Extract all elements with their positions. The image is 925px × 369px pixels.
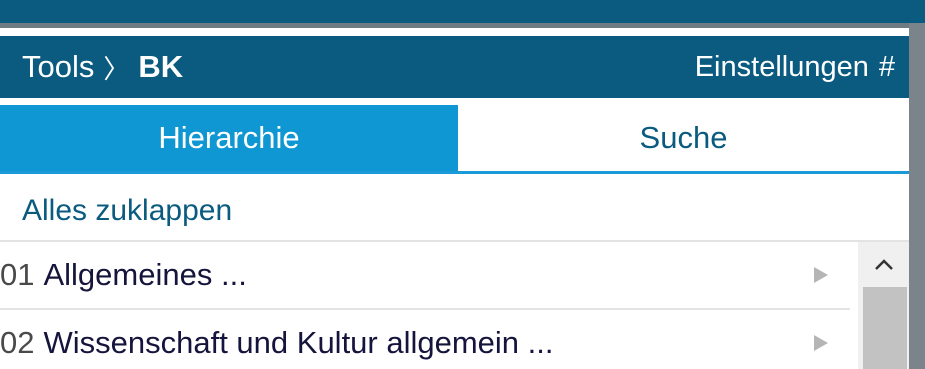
scrollbar-thumb[interactable] [863,287,907,369]
triangle-right-icon[interactable] [814,310,828,369]
hash-icon: # [878,50,895,83]
item-title: Allgemeines ... [43,257,247,292]
tab-bar: Hierarchie Suche [0,105,909,174]
list-item[interactable]: 01 Allgemeines ... [0,242,850,310]
tools-panel: Tools 〉 BK Einstellungen # Hierarchie Su… [0,28,909,369]
window-frame-right [909,23,925,369]
settings-link[interactable]: Einstellungen # [695,36,895,98]
breadcrumb-current: BK [138,49,184,84]
tab-hierarchy[interactable]: Hierarchie [0,105,458,171]
triangle-right-icon[interactable] [814,242,828,308]
breadcrumb: Tools 〉 BK [22,36,183,98]
item-code: 02 [0,325,35,360]
item-title: Wissenschaft und Kultur allgemein ... [43,325,554,360]
vertical-scrollbar[interactable] [858,242,909,369]
breadcrumb-separator: 〉 [103,53,130,84]
hierarchy-list: 01 Allgemeines ... 02 Wissenschaft und K… [0,242,850,369]
tab-search[interactable]: Suche [458,105,909,171]
panel-header: Tools 〉 BK Einstellungen # [0,36,909,98]
collapse-all-link[interactable]: Alles zuklappen [22,186,232,236]
chevron-up-icon[interactable] [858,242,909,287]
list-item[interactable]: 02 Wissenschaft und Kultur allgemein ... [0,310,850,369]
top-app-bar [0,0,925,23]
settings-label: Einstellungen [694,50,869,83]
breadcrumb-root[interactable]: Tools [22,49,94,85]
item-code: 01 [0,257,35,292]
